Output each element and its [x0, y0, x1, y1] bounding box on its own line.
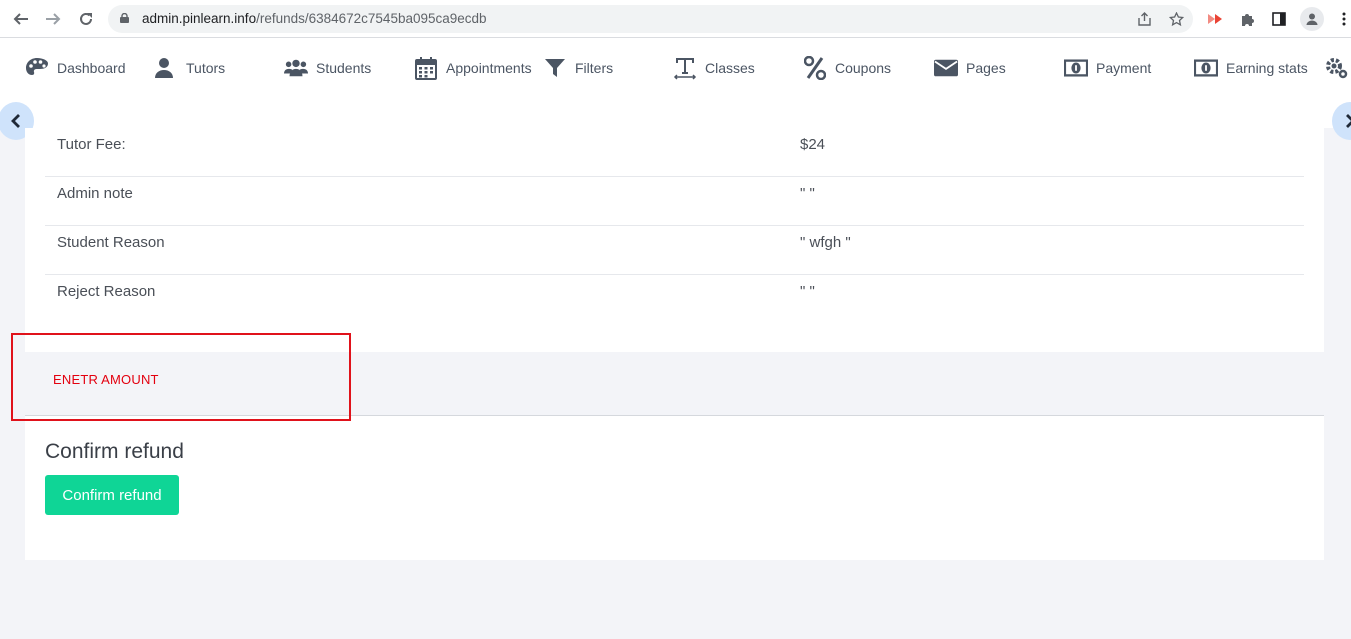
- reload-icon[interactable]: [75, 8, 97, 30]
- envelope-icon: [934, 56, 958, 80]
- lock-icon: [120, 13, 129, 23]
- url-path: /refunds/6384672c7545ba095ca9ecdb: [256, 11, 487, 26]
- nav-item-tutors[interactable]: Tutors: [152, 54, 225, 82]
- user-icon: [152, 56, 176, 80]
- chevron-right-icon: [1346, 114, 1351, 128]
- nav-item-filters[interactable]: Filters: [543, 54, 613, 82]
- annotation-highlight-box: [11, 333, 351, 421]
- nav-label: Pages: [966, 60, 1006, 76]
- nav-item-earning-stats[interactable]: Earning stats: [1194, 54, 1308, 82]
- nav-scroll-right-button[interactable]: [1332, 102, 1351, 140]
- detail-row-student-reason: Student Reason " wfgh ": [45, 226, 1304, 275]
- share-icon[interactable]: [1134, 9, 1154, 29]
- detail-row-tutor-fee: Tutor Fee: $24: [45, 128, 1304, 177]
- address-bar[interactable]: admin.pinlearn.info/refunds/6384672c7545…: [108, 5, 1193, 33]
- nav-item-dashboard[interactable]: Dashboard: [25, 54, 126, 82]
- admin-nav-bar: Dashboard Tutors Students Appointments F…: [0, 38, 1351, 140]
- side-panel-icon[interactable]: [1269, 9, 1289, 29]
- nav-item-appointments[interactable]: Appointments: [414, 54, 532, 82]
- nav-item-settings[interactable]: [1324, 54, 1348, 82]
- back-arrow-icon[interactable]: [10, 8, 32, 30]
- detail-label: Tutor Fee:: [57, 136, 126, 153]
- detail-label: Reject Reason: [57, 283, 156, 300]
- money-bill-icon: [1194, 56, 1218, 80]
- detail-value: " ": [800, 283, 815, 300]
- palette-icon: [25, 56, 49, 80]
- detail-value: " wfgh ": [800, 234, 851, 251]
- detail-label: Admin note: [57, 185, 133, 202]
- nav-item-pages[interactable]: Pages: [934, 54, 1006, 82]
- nav-label: Classes: [705, 60, 755, 76]
- nav-label: Students: [316, 60, 372, 76]
- detail-value: " ": [800, 185, 815, 202]
- filter-icon: [543, 56, 567, 80]
- puzzle-icon[interactable]: [1237, 9, 1257, 29]
- nav-label: Appointments: [446, 60, 532, 76]
- star-icon[interactable]: [1166, 9, 1186, 29]
- chevron-left-icon: [11, 114, 20, 128]
- detail-label: Student Reason: [57, 234, 165, 251]
- percent-icon: [803, 56, 827, 80]
- nav-label: Filters: [575, 60, 614, 76]
- nav-item-classes[interactable]: Classes: [673, 54, 755, 82]
- profile-avatar-icon[interactable]: [1300, 7, 1324, 31]
- nav-item-payment[interactable]: Payment: [1064, 54, 1151, 82]
- forward-arrow-icon[interactable]: [42, 8, 64, 30]
- url-host: admin.pinlearn.info: [142, 11, 257, 26]
- money-bill-icon: [1064, 56, 1088, 80]
- text-height-icon: [673, 56, 697, 80]
- detail-value: $24: [800, 136, 826, 153]
- detail-row-admin-note: Admin note " ": [45, 177, 1304, 226]
- extension-record-icon[interactable]: [1205, 9, 1225, 29]
- calendar-icon: [414, 56, 438, 80]
- nav-item-students[interactable]: Students: [284, 54, 371, 82]
- browser-toolbar: admin.pinlearn.info/refunds/6384672c7545…: [0, 0, 1351, 38]
- detail-row-reject-reason: Reject Reason " ": [45, 275, 1304, 324]
- users-icon: [284, 56, 308, 80]
- nav-label: Dashboard: [57, 60, 126, 76]
- nav-item-coupons[interactable]: Coupons: [803, 54, 891, 82]
- nav-label: Payment: [1096, 60, 1152, 76]
- nav-label: Earning stats: [1226, 60, 1308, 76]
- confirm-refund-button[interactable]: Confirm refund: [45, 475, 179, 515]
- confirm-refund-title: Confirm refund: [45, 440, 184, 463]
- menu-dots-icon[interactable]: [1334, 9, 1351, 29]
- nav-label: Tutors: [186, 60, 226, 76]
- url-text: admin.pinlearn.info/refunds/6384672c7545…: [142, 11, 487, 26]
- nav-label: Coupons: [835, 60, 892, 76]
- gear-icon: [1324, 56, 1348, 80]
